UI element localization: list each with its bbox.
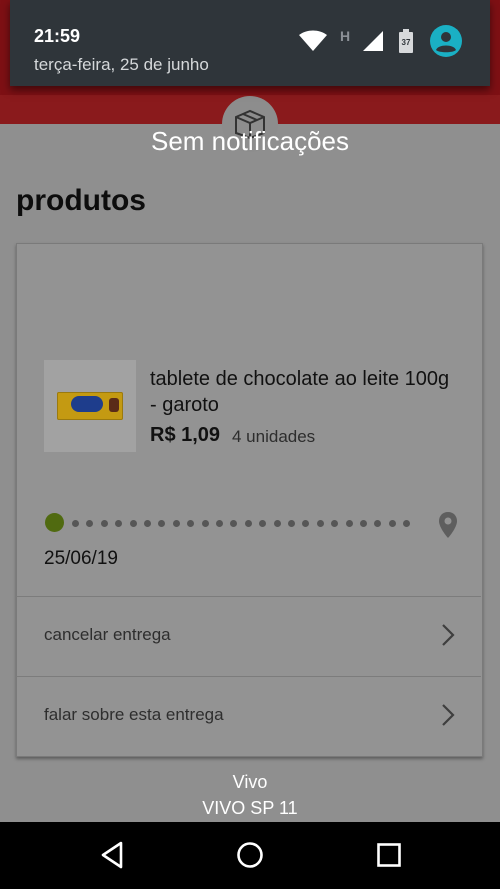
tracking-dot [345,520,353,527]
tracking-dot [129,520,137,527]
tracking-dot [201,520,209,527]
talk-about-delivery-label: falar sobre esta entrega [44,705,224,724]
tracking-dot [100,520,108,527]
page-title: produtos [16,184,146,217]
chevron-right-icon [442,624,455,646]
network-type: H [340,28,351,44]
account-icon[interactable] [430,25,462,57]
clock: 21:59 [34,26,81,46]
location-pin-icon [439,512,457,538]
product-quantity: 4 unidades [232,427,316,446]
cancel-delivery-row[interactable]: cancelar entrega [16,597,481,675]
product-price: R$ 1,09 [150,424,221,446]
cancel-delivery-label: cancelar entrega [44,625,171,644]
tracking-dot [316,520,324,527]
notification-shade-header[interactable]: 21:59 terça-feira, 25 de junho H 37 [10,0,490,86]
tracking-dot [144,520,151,527]
tracking-dot [288,520,295,527]
navigation-bar [0,822,500,889]
tracking-dot [360,520,367,527]
battery-level: 37 [401,38,411,47]
product-image [44,360,136,452]
tracking-dot [72,520,79,527]
home-icon[interactable] [235,840,265,870]
carrier-name: Vivo [232,772,268,792]
recents-icon[interactable] [376,840,402,870]
tracking-dot [388,520,396,527]
back-icon[interactable] [99,840,125,870]
tracking-dot [244,520,252,527]
tracking-start-dot [45,513,64,532]
tracking-dot [273,520,281,527]
date-label: terça-feira, 25 de junho [34,55,209,74]
carrier-network: VIVO SP 11 [202,798,298,818]
tracking-dot [216,520,223,527]
chevron-right-icon [442,704,455,726]
tracking-dot [172,520,180,527]
delivery-date: 25/06/19 [44,548,118,569]
signal-icon[interactable] [362,30,384,52]
no-notifications-text: Sem notificações [151,126,349,156]
wifi-icon[interactable] [298,30,328,52]
product-name: tablete de chocolate ao leite 100g - gar… [150,368,450,416]
chocolate-bar-image [57,392,123,420]
talk-about-delivery-row[interactable]: falar sobre esta entrega [16,677,481,755]
